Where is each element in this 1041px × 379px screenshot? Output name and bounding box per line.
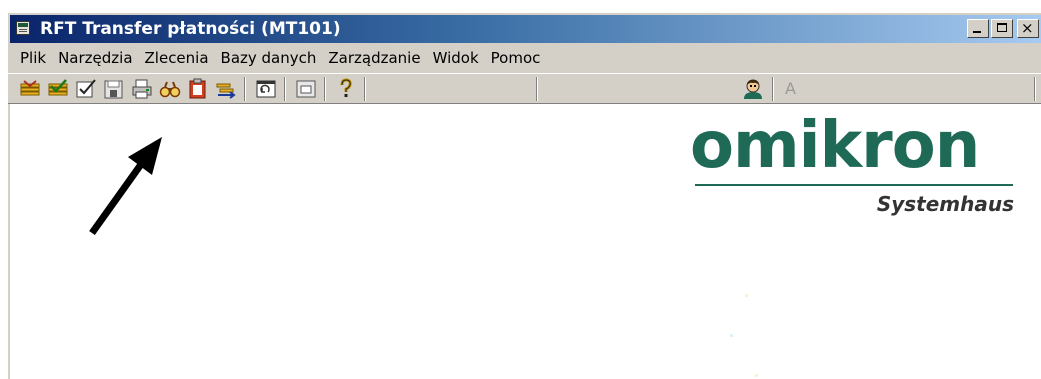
binoculars-icon	[159, 81, 181, 98]
menu-plik[interactable]: Plik	[8, 46, 52, 70]
close-icon: ×	[1021, 19, 1034, 37]
menu-narzedzia[interactable]: Narzędzia	[52, 46, 138, 70]
verify-orders-button[interactable]	[46, 77, 70, 101]
annotation-arrow-icon	[89, 137, 162, 236]
toolbar-separator	[772, 77, 774, 101]
toolbar-separator	[284, 77, 286, 101]
status-letter: A	[785, 79, 796, 98]
menu-widok[interactable]: Widok	[427, 46, 485, 70]
minimize-button[interactable]	[967, 19, 989, 38]
save-button[interactable]	[102, 77, 126, 101]
import-orders-button[interactable]	[18, 77, 42, 101]
decorative-dot	[755, 374, 758, 377]
user-button[interactable]	[741, 77, 765, 101]
maximize-button[interactable]	[991, 19, 1013, 38]
logo-wordmark: omikron	[690, 109, 980, 183]
logo-tagline: Systemhaus	[876, 192, 1014, 216]
print-icon	[132, 79, 152, 99]
toolbar: A	[8, 73, 1041, 104]
menu-bar: Plik Narzędzia Zlecenia Bazy danych Zarz…	[8, 46, 1041, 70]
menu-zlecenia[interactable]: Zlecenia	[139, 46, 215, 70]
menu-zarzadzanie[interactable]: Zarządzanie	[322, 46, 426, 70]
search-button[interactable]	[158, 77, 182, 101]
help-button[interactable]	[334, 77, 358, 101]
window-controls: ×	[967, 19, 1039, 38]
transfer-button[interactable]	[214, 77, 238, 101]
window-icon	[296, 80, 316, 98]
maximize-icon	[997, 23, 1007, 32]
refresh-window-button[interactable]	[254, 77, 278, 101]
user-icon	[744, 79, 762, 99]
toolbar-separator	[536, 77, 538, 101]
verify-orders-icon	[48, 79, 68, 96]
approve-button[interactable]	[74, 77, 98, 101]
print-button[interactable]	[130, 77, 154, 101]
minimize-icon	[973, 31, 981, 33]
logo-underline	[695, 184, 1013, 186]
toolbar-separator	[244, 77, 246, 101]
toolbar-separator	[364, 77, 366, 101]
clipboard-button[interactable]	[186, 77, 210, 101]
app-icon[interactable]	[16, 21, 30, 35]
decorative-dot	[730, 334, 733, 337]
approve-icon	[76, 79, 96, 98]
window-title: RFT Transfer płatności (MT101)	[40, 19, 341, 39]
transfer-icon	[216, 83, 236, 99]
menu-pomoc[interactable]: Pomoc	[485, 46, 547, 70]
omikron-logo: omikron Systemhaus	[690, 106, 1030, 216]
refresh-window-icon	[256, 80, 276, 98]
close-button[interactable]: ×	[1017, 19, 1039, 38]
window-button[interactable]	[294, 77, 318, 101]
decorative-dot	[745, 294, 748, 297]
title-bar[interactable]: RFT Transfer płatności (MT101) ×	[10, 15, 1041, 43]
menu-bazy-danych[interactable]: Bazy danych	[215, 46, 323, 70]
toolbar-separator	[1034, 77, 1036, 101]
import-orders-icon	[20, 80, 40, 96]
floppy-save-icon	[104, 80, 123, 99]
clipboard-icon	[189, 78, 206, 99]
toolbar-separator	[324, 77, 326, 101]
help-icon	[340, 78, 352, 97]
